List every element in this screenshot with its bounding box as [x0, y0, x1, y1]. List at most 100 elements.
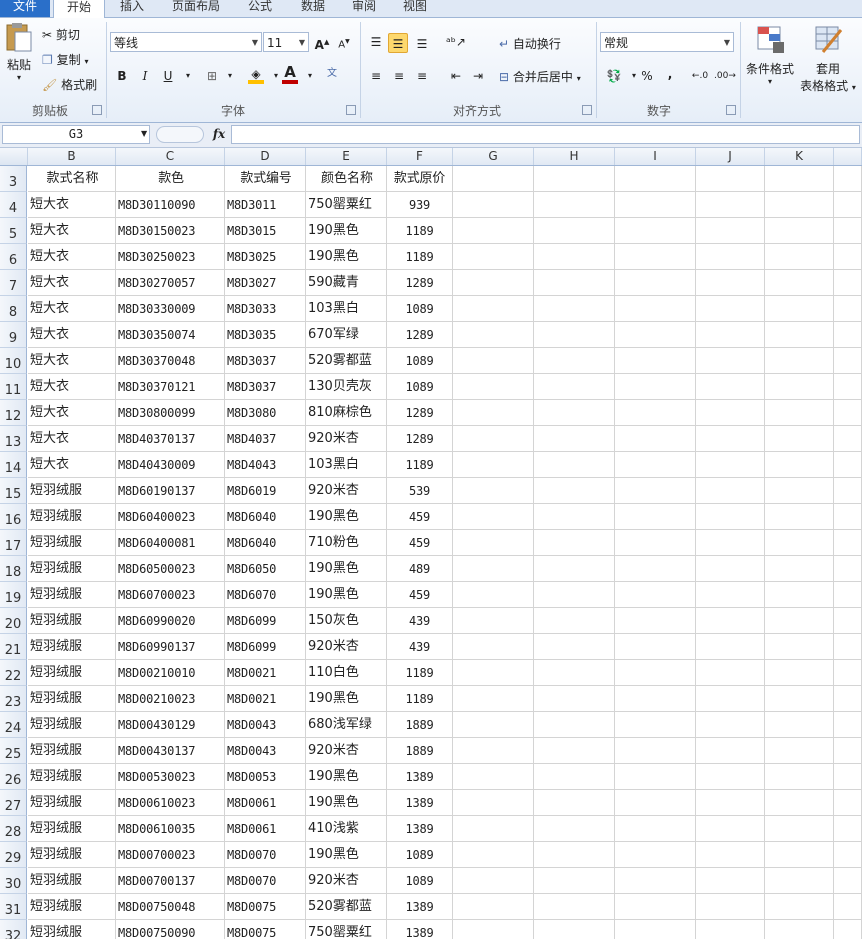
table-cell[interactable]: 520雾都蓝: [306, 894, 387, 920]
table-cell[interactable]: M8D3011: [225, 192, 306, 218]
empty-cell[interactable]: [765, 816, 834, 842]
empty-cell[interactable]: [534, 296, 615, 322]
empty-cell[interactable]: [534, 322, 615, 348]
empty-cell[interactable]: [696, 920, 765, 939]
column-header[interactable]: D: [225, 148, 306, 165]
table-cell[interactable]: 短羽绒服: [28, 842, 116, 868]
format-painter-button[interactable]: 🖌 格式刷: [42, 76, 97, 93]
row-header[interactable]: 30: [0, 868, 27, 894]
column-header[interactable]: H: [534, 148, 615, 165]
empty-cell[interactable]: [453, 764, 534, 790]
table-cell[interactable]: M8D6040: [225, 504, 306, 530]
table-cell[interactable]: 1189: [387, 686, 453, 712]
table-cell[interactable]: 439: [387, 608, 453, 634]
table-cell[interactable]: M8D0075: [225, 894, 306, 920]
empty-cell[interactable]: [615, 166, 696, 192]
table-cell[interactable]: 110白色: [306, 660, 387, 686]
table-cell[interactable]: 1189: [387, 452, 453, 478]
empty-cell[interactable]: [765, 738, 834, 764]
empty-cell[interactable]: [534, 270, 615, 296]
table-cell[interactable]: M8D60400023: [116, 504, 225, 530]
empty-cell[interactable]: [765, 660, 834, 686]
table-cell[interactable]: M8D6099: [225, 634, 306, 660]
empty-cell[interactable]: [453, 920, 534, 939]
empty-cell[interactable]: [696, 790, 765, 816]
empty-cell[interactable]: [453, 790, 534, 816]
empty-cell[interactable]: [534, 218, 615, 244]
table-cell[interactable]: 680浅军绿: [306, 712, 387, 738]
table-cell[interactable]: 710粉色: [306, 530, 387, 556]
merge-center-button[interactable]: ⊟ 合并后居中 ▾: [499, 68, 581, 85]
empty-cell[interactable]: [615, 894, 696, 920]
empty-cell[interactable]: [696, 764, 765, 790]
row-header[interactable]: 13: [0, 426, 27, 452]
table-cell[interactable]: 1089: [387, 868, 453, 894]
table-cell[interactable]: 短大衣: [28, 348, 116, 374]
empty-cell[interactable]: [534, 920, 615, 939]
empty-cell[interactable]: [534, 556, 615, 582]
empty-cell[interactable]: [696, 192, 765, 218]
table-cell[interactable]: M8D30800099: [116, 400, 225, 426]
table-cell[interactable]: 1289: [387, 322, 453, 348]
chevron-down-icon[interactable]: ▾: [178, 66, 198, 86]
empty-cell[interactable]: [765, 556, 834, 582]
table-cell[interactable]: 短羽绒服: [28, 790, 116, 816]
increase-decimal-button[interactable]: ←.0: [690, 66, 710, 86]
table-cell[interactable]: M8D00750048: [116, 894, 225, 920]
table-cell[interactable]: M8D0053: [225, 764, 306, 790]
empty-cell[interactable]: [534, 868, 615, 894]
table-cell[interactable]: 190黑色: [306, 790, 387, 816]
empty-cell[interactable]: [453, 504, 534, 530]
empty-cell[interactable]: [615, 764, 696, 790]
empty-cell[interactable]: [765, 296, 834, 322]
table-cell[interactable]: 190黑色: [306, 764, 387, 790]
empty-cell[interactable]: [696, 582, 765, 608]
table-cell[interactable]: 459: [387, 530, 453, 556]
row-header[interactable]: 7: [0, 270, 27, 296]
empty-cell[interactable]: [534, 348, 615, 374]
table-cell[interactable]: 1089: [387, 374, 453, 400]
table-cell[interactable]: M8D30370048: [116, 348, 225, 374]
align-bottom-button[interactable]: ☰: [412, 34, 432, 54]
empty-cell[interactable]: [615, 270, 696, 296]
empty-cell[interactable]: [615, 712, 696, 738]
table-cell[interactable]: 459: [387, 504, 453, 530]
empty-cell[interactable]: [696, 556, 765, 582]
row-header[interactable]: 25: [0, 738, 27, 764]
tab-formulas[interactable]: 公式: [240, 0, 280, 17]
column-header[interactable]: G: [453, 148, 534, 165]
tab-home[interactable]: 开始: [53, 0, 105, 19]
header-cell[interactable]: 颜色名称: [306, 166, 387, 192]
bold-button[interactable]: B: [112, 66, 132, 86]
fill-color-button[interactable]: ◈: [246, 64, 266, 84]
table-cell[interactable]: 1089: [387, 842, 453, 868]
column-header[interactable]: K: [765, 148, 834, 165]
empty-cell[interactable]: [834, 582, 862, 608]
table-cell[interactable]: M8D00700023: [116, 842, 225, 868]
empty-cell[interactable]: [615, 686, 696, 712]
empty-cell[interactable]: [765, 374, 834, 400]
empty-cell[interactable]: [453, 374, 534, 400]
empty-cell[interactable]: [834, 868, 862, 894]
empty-cell[interactable]: [834, 790, 862, 816]
table-cell[interactable]: M8D00430137: [116, 738, 225, 764]
table-cell[interactable]: 520雾都蓝: [306, 348, 387, 374]
table-cell[interactable]: 410浅紫: [306, 816, 387, 842]
empty-cell[interactable]: [534, 400, 615, 426]
empty-cell[interactable]: [453, 192, 534, 218]
empty-cell[interactable]: [453, 244, 534, 270]
table-cell[interactable]: M8D6050: [225, 556, 306, 582]
empty-cell[interactable]: [453, 816, 534, 842]
empty-cell[interactable]: [453, 556, 534, 582]
empty-cell[interactable]: [834, 686, 862, 712]
empty-cell[interactable]: [834, 660, 862, 686]
empty-cell[interactable]: [834, 400, 862, 426]
table-cell[interactable]: 190黑色: [306, 842, 387, 868]
empty-cell[interactable]: [696, 166, 765, 192]
row-header[interactable]: 5: [0, 218, 27, 244]
wrap-text-button[interactable]: ↵ 自动换行: [499, 35, 561, 52]
empty-cell[interactable]: [453, 348, 534, 374]
table-cell[interactable]: M8D30370121: [116, 374, 225, 400]
table-cell[interactable]: 短羽绒服: [28, 504, 116, 530]
table-cell[interactable]: 短羽绒服: [28, 634, 116, 660]
